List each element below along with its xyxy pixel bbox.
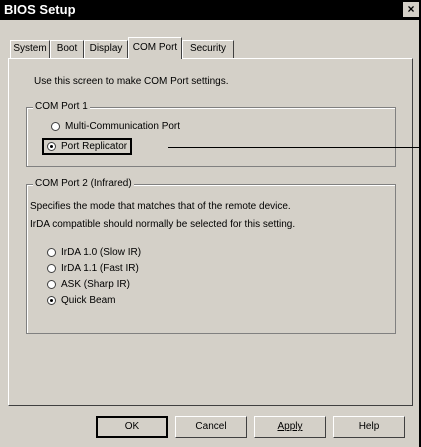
radio-checked-icon	[47, 142, 56, 151]
close-icon[interactable]: ×	[403, 2, 419, 17]
callout-line	[168, 147, 421, 148]
radio-checked-icon	[47, 296, 56, 305]
help-button[interactable]: Help	[333, 416, 405, 438]
com-port-1-legend: COM Port 1	[33, 101, 90, 112]
apply-label: Apply	[277, 421, 303, 432]
radio-label: IrDA 1.1 (Fast IR)	[61, 263, 139, 274]
radio-label: IrDA 1.0 (Slow IR)	[61, 247, 142, 258]
com-port-1-group: COM Port 1	[26, 101, 396, 167]
radio-icon	[47, 280, 56, 289]
title-bar: BIOS Setup ×	[0, 0, 421, 20]
radio-label: Multi-Communication Port	[65, 121, 181, 132]
window-title: BIOS Setup	[4, 2, 76, 17]
tab-label: Display	[89, 43, 123, 54]
tab-boot[interactable]: Boot	[50, 40, 84, 58]
radio-irda-1-0[interactable]: IrDA 1.0 (Slow IR)	[47, 247, 141, 258]
radio-port-replicator[interactable]: Port Replicator	[42, 138, 133, 155]
com-port-2-description-line-2: IrDA compatible should normally be selec…	[30, 219, 296, 230]
tab-label: COM Port	[132, 42, 178, 53]
radio-quick-beam[interactable]: Quick Beam	[47, 295, 115, 306]
radio-irda-1-1[interactable]: IrDA 1.1 (Fast IR)	[47, 263, 139, 274]
tab-system[interactable]: System	[10, 40, 50, 58]
bios-setup-window: BIOS Setup × System Boot Display COM Por…	[0, 0, 421, 447]
tab-label: System	[13, 43, 47, 54]
tab-label: Security	[189, 43, 227, 54]
radio-label: Quick Beam	[61, 295, 116, 306]
ok-button[interactable]: OK	[96, 416, 168, 438]
radio-ask-sharp-ir[interactable]: ASK (Sharp IR)	[47, 279, 130, 290]
tab-security[interactable]: Security	[182, 40, 234, 58]
apply-button[interactable]: Apply	[254, 416, 326, 438]
cancel-button[interactable]: Cancel	[175, 416, 247, 438]
tab-display[interactable]: Display	[84, 40, 128, 58]
intro-text: Use this screen to make COM Port setting…	[34, 76, 229, 87]
radio-label: Port Replicator	[61, 141, 128, 152]
com-port-2-legend: COM Port 2 (Infrared)	[33, 178, 134, 189]
radio-icon	[47, 248, 56, 257]
radio-icon	[47, 264, 56, 273]
com-port-2-description-line-1: Specifies the mode that matches that of …	[30, 201, 291, 212]
radio-label: ASK (Sharp IR)	[61, 279, 130, 290]
tab-com-port[interactable]: COM Port	[128, 37, 182, 59]
tab-label: Boot	[56, 43, 78, 54]
radio-multi-communication-port[interactable]: Multi-Communication Port	[51, 121, 180, 132]
radio-icon	[51, 122, 60, 131]
